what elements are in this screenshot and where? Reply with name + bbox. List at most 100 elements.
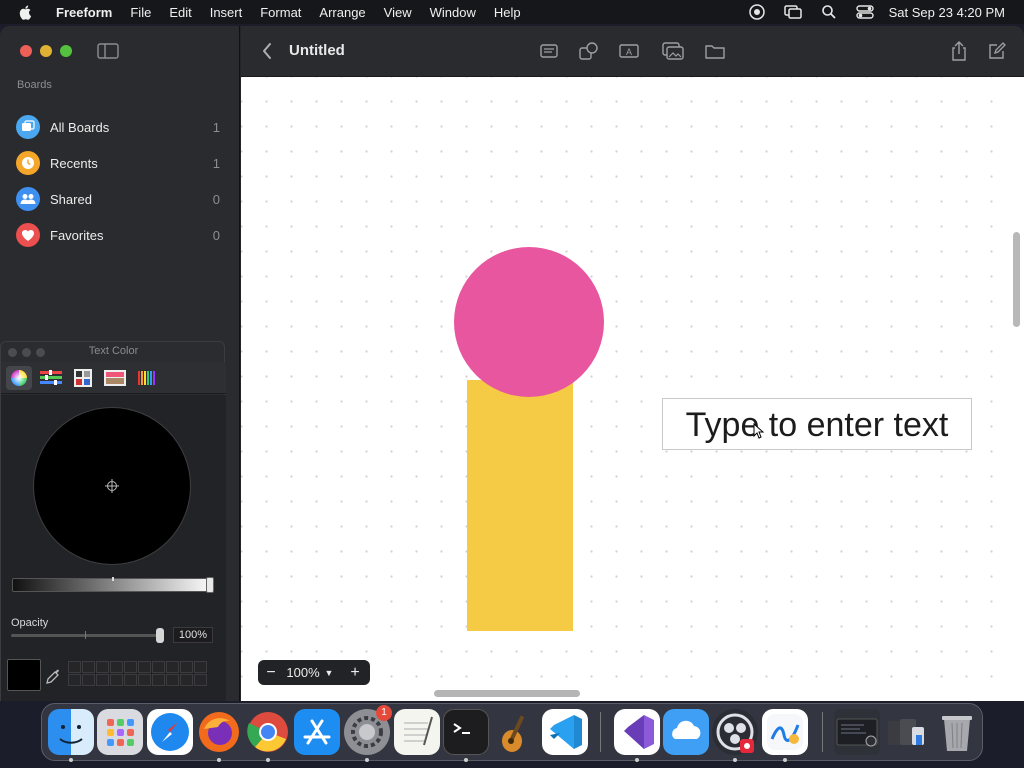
dock-finder-icon[interactable] xyxy=(48,709,94,755)
sidebar-toggle-icon[interactable] xyxy=(97,43,119,59)
shapes-icon[interactable] xyxy=(577,40,601,62)
boards-icon xyxy=(16,115,40,139)
circle-shape[interactable] xyxy=(454,247,604,397)
sidebar-item-all-boards[interactable]: All Boards 1 xyxy=(16,113,226,141)
menu-insert[interactable]: Insert xyxy=(201,5,252,20)
menu-bar: Freeform File Edit Insert Format Arrange… xyxy=(0,0,1024,24)
sidebar-item-label: Favorites xyxy=(50,227,104,243)
text-color-panel: Text Color Opacity 100% xyxy=(0,341,226,701)
dock-minimized-window-icon[interactable] xyxy=(834,709,880,755)
dock-app-store-icon[interactable] xyxy=(294,709,340,755)
horizontal-scrollbar[interactable] xyxy=(241,686,1024,701)
dock-chrome-icon[interactable] xyxy=(245,709,291,755)
menu-window[interactable]: Window xyxy=(421,5,485,20)
text-box-placeholder[interactable]: Type to enter text xyxy=(663,406,971,445)
opacity-slider-knob[interactable] xyxy=(156,628,164,643)
text-box-icon[interactable]: A xyxy=(617,40,641,62)
panel-title: Text Color xyxy=(88,345,139,357)
dock-textedit-icon[interactable] xyxy=(394,709,440,755)
screen-mirroring-icon[interactable] xyxy=(775,4,811,20)
screen-recording-icon[interactable] xyxy=(739,3,775,21)
sidebar-item-favorites[interactable]: Favorites 0 xyxy=(16,221,226,249)
dock-launchpad-icon[interactable] xyxy=(97,709,143,755)
control-center-icon[interactable] xyxy=(847,4,883,20)
menu-app-name[interactable]: Freeform xyxy=(52,5,121,20)
zoom-in-button[interactable]: + xyxy=(342,664,368,682)
window-minimize-button[interactable] xyxy=(40,45,52,57)
color-wheel-tab-icon[interactable] xyxy=(6,366,32,390)
board-title[interactable]: Untitled xyxy=(289,42,345,59)
folder-icon[interactable] xyxy=(703,40,727,62)
brightness-center-mark xyxy=(112,577,114,581)
sidebar-item-label: All Boards xyxy=(50,119,110,135)
dock-garageband-icon[interactable] xyxy=(492,709,538,755)
dock-system-settings-icon[interactable]: 1 xyxy=(344,705,392,755)
pencils-tab-icon[interactable] xyxy=(134,366,160,390)
color-wheel[interactable] xyxy=(33,407,191,565)
vertical-scrollbar-thumb[interactable] xyxy=(1013,232,1020,327)
zoom-level[interactable]: 100% xyxy=(284,665,322,680)
dock-vscode-icon[interactable] xyxy=(542,709,588,755)
menu-view[interactable]: View xyxy=(375,5,421,20)
dock-icloud-icon[interactable] xyxy=(663,709,709,755)
crosshair-icon[interactable] xyxy=(105,479,119,493)
image-palettes-tab-icon[interactable] xyxy=(102,366,128,390)
search-icon[interactable] xyxy=(811,4,847,20)
new-board-icon[interactable] xyxy=(985,40,1009,62)
dock-running-indicator xyxy=(783,758,787,762)
dock-visual-studio-icon[interactable] xyxy=(614,709,660,755)
menu-file[interactable]: File xyxy=(121,5,160,20)
horizontal-scrollbar-thumb[interactable] xyxy=(434,690,580,697)
dock-terminal-icon[interactable] xyxy=(443,709,489,755)
window-maximize-button[interactable] xyxy=(60,45,72,57)
clock-icon xyxy=(16,151,40,175)
menu-help[interactable]: Help xyxy=(485,5,530,20)
brightness-slider[interactable] xyxy=(12,577,214,593)
dock-running-indicator xyxy=(217,758,221,762)
dock-running-indicator xyxy=(266,758,270,762)
eyedropper-icon[interactable] xyxy=(45,667,61,685)
menu-edit[interactable]: Edit xyxy=(160,5,200,20)
apple-logo-icon[interactable] xyxy=(18,4,34,20)
current-color-swatch[interactable] xyxy=(7,659,41,691)
board-count: 1 xyxy=(212,119,220,135)
toolbar: Untitled A xyxy=(241,26,1024,77)
zoom-chevron-down-icon[interactable]: ▼ xyxy=(322,668,336,678)
mouse-cursor-icon xyxy=(753,423,764,439)
sidebar-item-recents[interactable]: Recents 1 xyxy=(16,149,226,177)
back-chevron-icon[interactable] xyxy=(261,42,273,60)
color-sliders-tab-icon[interactable] xyxy=(38,366,64,390)
menu-arrange[interactable]: Arrange xyxy=(310,5,374,20)
dock-running-indicator xyxy=(69,758,73,762)
opacity-slider[interactable] xyxy=(11,628,164,643)
dock-obs-icon[interactable] xyxy=(712,709,758,755)
color-palettes-tab-icon[interactable] xyxy=(70,366,96,390)
menu-format[interactable]: Format xyxy=(251,5,310,20)
window-close-button[interactable] xyxy=(20,45,32,57)
zoom-out-button[interactable]: − xyxy=(258,664,284,682)
color-panel-body: Opacity 100% xyxy=(1,395,226,701)
color-mode-tabs xyxy=(1,362,226,394)
dock-running-indicator xyxy=(464,758,468,762)
text-box[interactable]: Type to enter text xyxy=(662,398,972,450)
dock-firefox-icon[interactable] xyxy=(196,709,242,755)
dock-trash-icon[interactable] xyxy=(934,709,980,755)
menu-bar-clock[interactable]: Sat Sep 23 4:20 PM xyxy=(883,5,1024,20)
dock: 1 xyxy=(41,703,983,762)
brightness-slider-knob[interactable] xyxy=(206,577,214,593)
share-icon[interactable] xyxy=(947,40,971,62)
vertical-scrollbar[interactable] xyxy=(1008,77,1024,686)
sticky-note-icon[interactable] xyxy=(537,40,561,62)
sidebar-item-shared[interactable]: Shared 0 xyxy=(16,185,226,213)
opacity-value-field[interactable]: 100% xyxy=(173,627,213,643)
saved-swatches-grid[interactable] xyxy=(68,661,207,686)
opacity-center-tick xyxy=(85,631,86,639)
dock-separator xyxy=(600,712,601,752)
media-icon[interactable] xyxy=(661,40,685,62)
svg-text:A: A xyxy=(626,47,632,57)
dock-safari-icon[interactable] xyxy=(147,709,193,755)
board-canvas[interactable]: Type to enter text − 100% ▼ + xyxy=(241,77,1008,686)
dock-downloads-stack-icon[interactable] xyxy=(884,709,930,755)
dock-freeform-icon[interactable] xyxy=(762,709,808,755)
rectangle-shape[interactable] xyxy=(467,380,573,631)
